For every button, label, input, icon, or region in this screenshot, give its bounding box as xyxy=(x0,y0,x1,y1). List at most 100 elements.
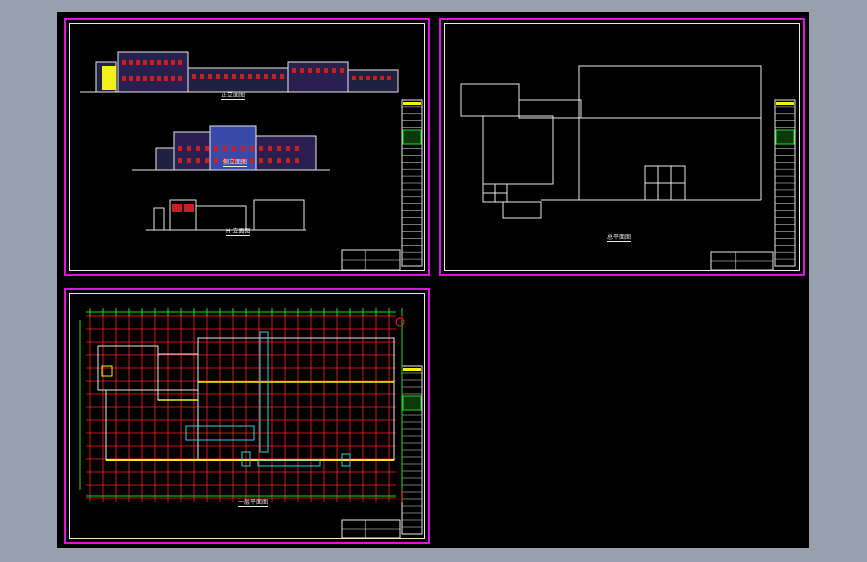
window xyxy=(259,146,263,151)
window xyxy=(277,158,281,163)
window xyxy=(129,60,133,65)
facade-panel xyxy=(102,66,116,90)
window xyxy=(143,60,147,65)
window xyxy=(295,146,299,151)
stair xyxy=(101,365,113,377)
window xyxy=(184,204,194,212)
window xyxy=(122,60,126,65)
window xyxy=(240,74,244,79)
window xyxy=(295,158,299,163)
window xyxy=(256,74,260,79)
window xyxy=(232,146,236,151)
north-arrow xyxy=(395,317,405,327)
building-outline xyxy=(460,83,520,117)
window xyxy=(150,76,154,81)
window xyxy=(264,74,268,79)
window xyxy=(259,158,263,163)
building-outline xyxy=(482,115,554,185)
window xyxy=(178,158,182,163)
plan-title-block-accent xyxy=(403,368,421,371)
facade-block xyxy=(187,67,289,93)
window xyxy=(286,146,290,151)
plan-title-block-logo xyxy=(402,395,422,411)
cad-model-viewport[interactable]: 正立面图 侧立面图 H 立面图 总平面图 一层平面图 xyxy=(57,12,809,548)
window xyxy=(164,76,168,81)
window xyxy=(157,60,161,65)
window xyxy=(232,74,236,79)
facade-block xyxy=(195,205,247,231)
window xyxy=(359,76,363,80)
window xyxy=(178,146,182,151)
window xyxy=(205,158,209,163)
window xyxy=(208,74,212,79)
window xyxy=(157,76,161,81)
wall xyxy=(197,337,395,383)
window xyxy=(324,68,328,73)
window xyxy=(380,76,384,80)
floor-plan-label: 一层平面图 xyxy=(238,499,269,507)
building-outline xyxy=(502,201,542,219)
facade-block xyxy=(155,147,175,171)
window xyxy=(272,74,276,79)
sheet-floor-plan[interactable]: 一层平面图 xyxy=(64,288,430,544)
facade-block xyxy=(153,207,165,231)
window xyxy=(178,60,182,65)
window xyxy=(268,146,272,151)
window xyxy=(216,74,220,79)
window xyxy=(340,68,344,73)
site-plan-label: 总平面图 xyxy=(607,234,632,242)
window xyxy=(280,74,284,79)
window xyxy=(268,158,272,163)
window xyxy=(373,76,377,80)
window xyxy=(224,74,228,79)
building-outline xyxy=(518,99,582,119)
window xyxy=(366,76,370,80)
window xyxy=(192,74,196,79)
window xyxy=(129,76,133,81)
wall xyxy=(157,353,199,401)
window xyxy=(172,204,182,212)
corridor xyxy=(259,331,269,453)
elevation-label-side: 侧立面图 xyxy=(223,159,248,167)
window xyxy=(136,60,140,65)
window xyxy=(164,60,168,65)
title-block xyxy=(403,100,425,270)
window xyxy=(171,60,175,65)
window xyxy=(332,68,336,73)
window xyxy=(171,76,175,81)
window xyxy=(122,76,126,81)
window xyxy=(200,74,204,79)
window xyxy=(187,158,191,163)
building-outline xyxy=(578,65,762,119)
window xyxy=(352,76,356,80)
facade-block xyxy=(117,51,189,93)
window xyxy=(286,158,290,163)
sheet-elevations[interactable]: 正立面图 侧立面图 H 立面图 xyxy=(64,18,430,276)
window xyxy=(196,158,200,163)
window xyxy=(205,146,209,151)
elevation-label-front: 正立面图 xyxy=(221,92,246,100)
window xyxy=(387,76,391,80)
sheet-site-plan[interactable]: 总平面图 xyxy=(439,18,805,276)
window xyxy=(248,74,252,79)
window xyxy=(150,60,154,65)
window xyxy=(250,146,254,151)
window xyxy=(143,76,147,81)
elevation-label-h: H 立面图 xyxy=(226,228,251,236)
facade-block xyxy=(253,199,305,231)
window xyxy=(300,68,304,73)
window xyxy=(196,146,200,151)
window xyxy=(250,158,254,163)
window xyxy=(316,68,320,73)
window xyxy=(223,146,227,151)
site-title-block-logo xyxy=(775,129,795,145)
window xyxy=(214,146,218,151)
window xyxy=(277,146,281,151)
site-title-block-accent xyxy=(776,102,794,105)
window xyxy=(187,146,191,151)
facade-block xyxy=(347,69,399,93)
window xyxy=(214,158,218,163)
window xyxy=(136,76,140,81)
window xyxy=(292,68,296,73)
facade-block xyxy=(255,135,317,171)
